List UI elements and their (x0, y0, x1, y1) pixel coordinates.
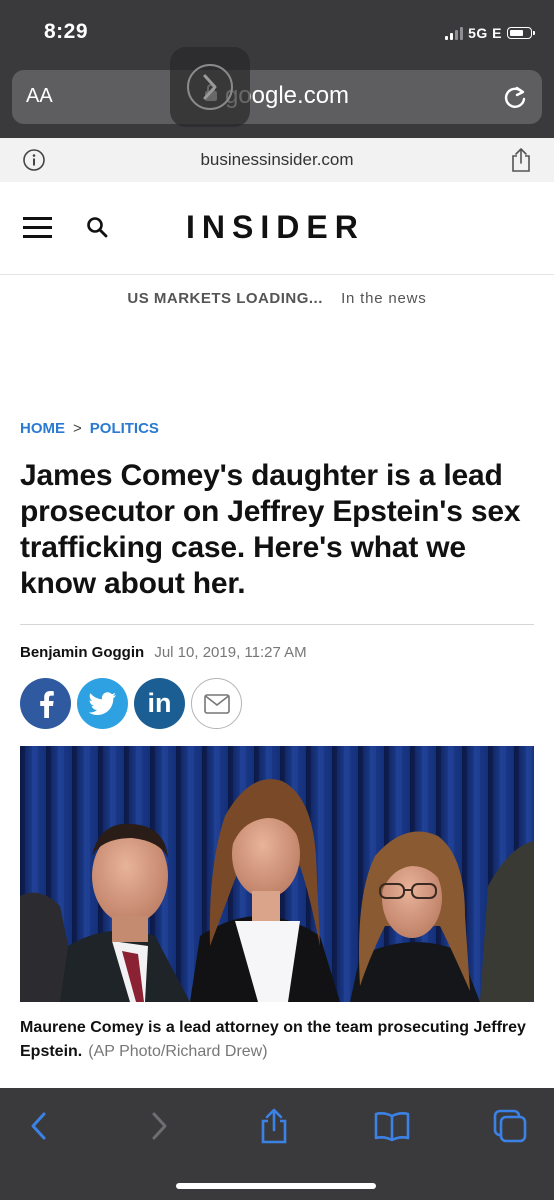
bookmarks-icon[interactable] (372, 1106, 412, 1146)
status-time: 8:29 (44, 20, 89, 43)
share-buttons: in (20, 678, 242, 729)
facebook-icon (39, 690, 54, 718)
linkedin-share-button[interactable]: in (134, 678, 185, 729)
back-icon[interactable] (20, 1106, 60, 1146)
browser-top-bar: 8:29 5G E AA google.com (0, 0, 554, 138)
status-indicators: 5G E (445, 22, 535, 44)
chevron-right-icon (187, 64, 233, 110)
divider (20, 624, 534, 625)
site-domain-bar: businessinsider.com (0, 138, 554, 182)
search-icon[interactable] (85, 215, 109, 239)
in-the-news-link[interactable]: In the news (341, 290, 427, 307)
battery-icon (507, 27, 535, 39)
reload-icon[interactable] (500, 82, 530, 112)
markets-loading-label: US MARKETS LOADING... (127, 290, 323, 307)
article-headline: James Comey's daughter is a lead prosecu… (20, 459, 521, 600)
address-text[interactable]: google.com (12, 82, 542, 110)
breadcrumb-separator-icon: > (73, 420, 82, 437)
facebook-share-button[interactable] (20, 678, 71, 729)
twitter-share-button[interactable] (77, 678, 128, 729)
email-icon (203, 693, 230, 714)
network-type: 5G E (468, 25, 502, 41)
breadcrumb-home[interactable]: HOME (20, 420, 65, 437)
email-share-button[interactable] (191, 678, 242, 729)
byline: Benjamin Goggin Jul 10, 2019, 11:27 AM (20, 644, 307, 661)
share-icon[interactable] (254, 1106, 294, 1146)
article-photo[interactable] (20, 746, 534, 1002)
home-indicator[interactable] (176, 1183, 376, 1189)
photo-credit: (AP Photo/Richard Drew) (88, 1043, 268, 1060)
site-header: INSIDER (0, 182, 554, 275)
breadcrumb: HOME > POLITICS (20, 420, 159, 437)
forward-icon[interactable] (138, 1106, 178, 1146)
press-conference-photo (20, 746, 534, 1002)
author-name[interactable]: Benjamin Goggin (20, 644, 144, 661)
publish-date: Jul 10, 2019, 11:27 AM (154, 644, 307, 661)
breadcrumb-politics[interactable]: POLITICS (90, 420, 159, 437)
insider-logo[interactable]: INSIDER (186, 209, 365, 246)
markets-ticker: US MARKETS LOADING... In the news (0, 290, 554, 307)
twitter-icon (88, 691, 116, 715)
tabs-icon[interactable] (490, 1106, 530, 1146)
swipe-forward-indicator (170, 47, 250, 127)
signal-icon (445, 26, 464, 40)
menu-icon[interactable] (23, 217, 52, 239)
linkedin-icon: in (147, 688, 172, 718)
domain-label: businessinsider.com (200, 150, 354, 169)
photo-caption: Maurene Comey is a lead attorney on the … (20, 1016, 534, 1064)
address-bar[interactable]: AA google.com (12, 70, 542, 124)
share-icon[interactable] (510, 147, 532, 173)
